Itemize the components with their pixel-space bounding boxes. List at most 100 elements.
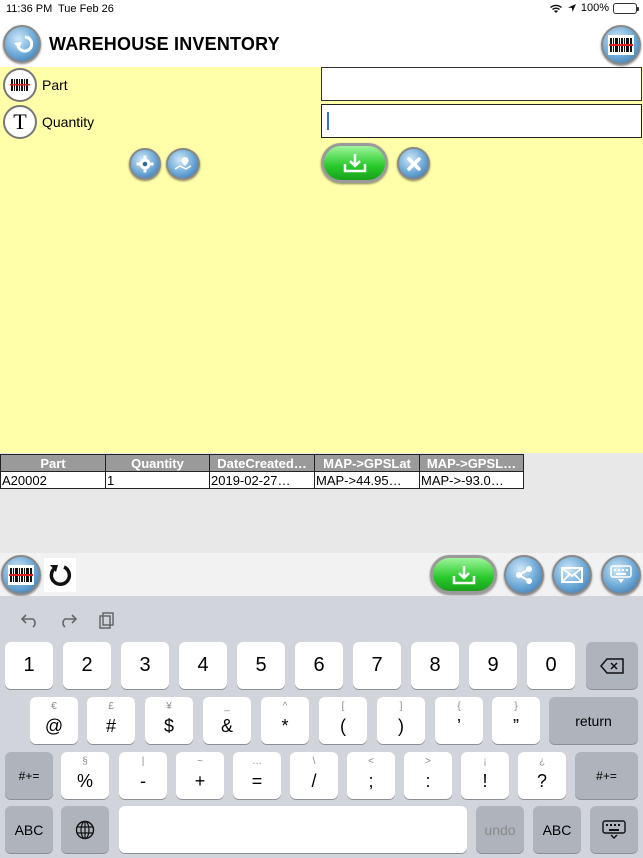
undo-key[interactable]: undo — [476, 806, 524, 853]
clear-entry-button[interactable] — [397, 147, 430, 180]
key-label: ” — [513, 716, 519, 736]
key-ampersand[interactable]: _ & — [203, 697, 251, 744]
barcode-icon — [10, 79, 30, 91]
key-exclamation[interactable]: ¡! — [461, 752, 509, 799]
battery-percent: 100% — [580, 2, 609, 14]
dismiss-keyboard-key[interactable] — [590, 806, 638, 853]
key-3[interactable]: 3 — [121, 642, 169, 689]
key-colon[interactable]: >: — [404, 752, 452, 799]
key-hint: \ — [312, 756, 316, 767]
key-open-paren[interactable]: [( — [319, 697, 367, 744]
key-hint: ¡ — [483, 756, 487, 767]
key-plus[interactable]: ~ + — [176, 752, 224, 799]
quantity-text-button[interactable]: T — [3, 105, 37, 139]
table-cell[interactable]: MAP->44.95… — [314, 471, 420, 489]
text-caret — [327, 112, 329, 130]
key-semicolon[interactable]: <; — [347, 752, 395, 799]
key-asterisk[interactable]: ^ * — [261, 697, 309, 744]
key-label: ’ — [457, 716, 461, 736]
key-label: ; — [368, 771, 374, 791]
key-2[interactable]: 2 — [63, 642, 111, 689]
return-key[interactable]: return — [549, 697, 638, 744]
key-hint: § — [82, 756, 88, 767]
table-cell[interactable]: 2019-02-27… — [209, 471, 315, 489]
back-arrow-icon — [14, 35, 33, 53]
hide-keyboard-button[interactable] — [601, 555, 641, 595]
space-key[interactable] — [119, 806, 467, 853]
key-6[interactable]: 6 — [295, 642, 343, 689]
key-9[interactable]: 9 — [469, 642, 517, 689]
redo-icon[interactable] — [58, 612, 78, 628]
scan-barcode-button-bottom[interactable] — [1, 555, 41, 595]
key-1[interactable]: 1 — [5, 642, 53, 689]
key-5[interactable]: 5 — [237, 642, 285, 689]
key-question[interactable]: ¿? — [518, 752, 566, 799]
key-slash[interactable]: \ / — [290, 752, 338, 799]
key-8[interactable]: 8 — [411, 642, 459, 689]
key-label: % — [76, 771, 93, 791]
key-hash[interactable]: £ # — [87, 697, 135, 744]
quantity-label: Quantity — [42, 114, 95, 130]
key-label: $ — [163, 716, 174, 736]
back-button[interactable] — [3, 25, 41, 63]
key-at[interactable]: € @ — [30, 697, 78, 744]
column-header-gps-lat[interactable]: MAP->GPSLat — [314, 454, 420, 472]
abc-key-left[interactable]: ABC — [5, 806, 53, 853]
key-0[interactable]: 0 — [527, 642, 575, 689]
key-label: ? — [536, 771, 547, 791]
backspace-key[interactable] — [586, 642, 638, 689]
table-cell[interactable]: MAP->-93.0… — [419, 471, 524, 489]
map-location-button[interactable] — [166, 148, 200, 180]
shift-symbols-key-left[interactable]: #+= — [5, 752, 53, 799]
globe-key[interactable] — [61, 806, 109, 853]
download-icon — [452, 565, 475, 584]
key-quote[interactable]: }” — [492, 697, 540, 744]
table-cell[interactable]: A20002 — [0, 471, 106, 489]
barcode-icon — [608, 35, 634, 55]
key-close-paren[interactable]: ]) — [377, 697, 425, 744]
key-minus[interactable]: | - — [119, 752, 167, 799]
paste-icon[interactable] — [98, 612, 114, 630]
key-label: * — [281, 716, 289, 736]
key-4[interactable]: 4 — [179, 642, 227, 689]
key-hint: ¿ — [538, 756, 546, 767]
onscreen-keyboard: 1 2 3 4 5 6 7 8 9 0 € @ £ # ¥ $ _ & ^ * [( ])… — [0, 596, 643, 858]
key-label: = — [251, 771, 263, 791]
column-header-quantity[interactable]: Quantity — [105, 454, 210, 472]
scan-barcode-button[interactable] — [601, 25, 641, 65]
key-7[interactable]: 7 — [353, 642, 401, 689]
part-input[interactable] — [321, 67, 642, 101]
key-label: ) — [398, 716, 404, 736]
key-equals[interactable]: … = — [233, 752, 281, 799]
settings-button[interactable] — [129, 148, 161, 180]
battery-icon — [613, 2, 639, 14]
barcode-icon — [8, 565, 34, 585]
abc-key-right[interactable]: ABC — [533, 806, 581, 853]
undo-icon[interactable] — [20, 612, 40, 628]
save-entry-button[interactable] — [321, 143, 388, 183]
refresh-button[interactable] — [44, 558, 76, 592]
key-percent[interactable]: §% — [61, 752, 109, 799]
entry-form: Part T Quantity — [0, 67, 643, 453]
key-apostrophe[interactable]: {’ — [435, 697, 483, 744]
part-scan-button[interactable] — [3, 68, 37, 102]
column-header-part[interactable]: Part — [0, 454, 106, 472]
column-header-date-created[interactable]: DateCreated… — [209, 454, 315, 472]
quantity-input[interactable] — [321, 104, 642, 138]
shift-symbols-key-right[interactable]: #+= — [575, 752, 638, 799]
status-bar: 11:36 PM Tue Feb 26 100% — [0, 0, 643, 20]
bottom-toolbar — [0, 553, 643, 596]
key-hint: { — [457, 701, 461, 712]
key-label: + — [194, 771, 206, 791]
key-hint: [ — [341, 701, 345, 712]
download-icon — [343, 154, 366, 173]
table-cell[interactable]: 1 — [105, 471, 210, 489]
key-hint: £ — [108, 701, 114, 712]
column-header-gps-long[interactable]: MAP->GPSL… — [419, 454, 524, 472]
key-label: - — [140, 771, 146, 791]
key-dollar[interactable]: ¥ $ — [145, 697, 193, 744]
share-button[interactable] — [504, 555, 544, 595]
save-record-button[interactable] — [430, 555, 497, 594]
email-button[interactable] — [552, 555, 592, 595]
table-row[interactable]: A20002 1 2019-02-27… MAP->44.95… MAP->-9… — [0, 471, 524, 489]
